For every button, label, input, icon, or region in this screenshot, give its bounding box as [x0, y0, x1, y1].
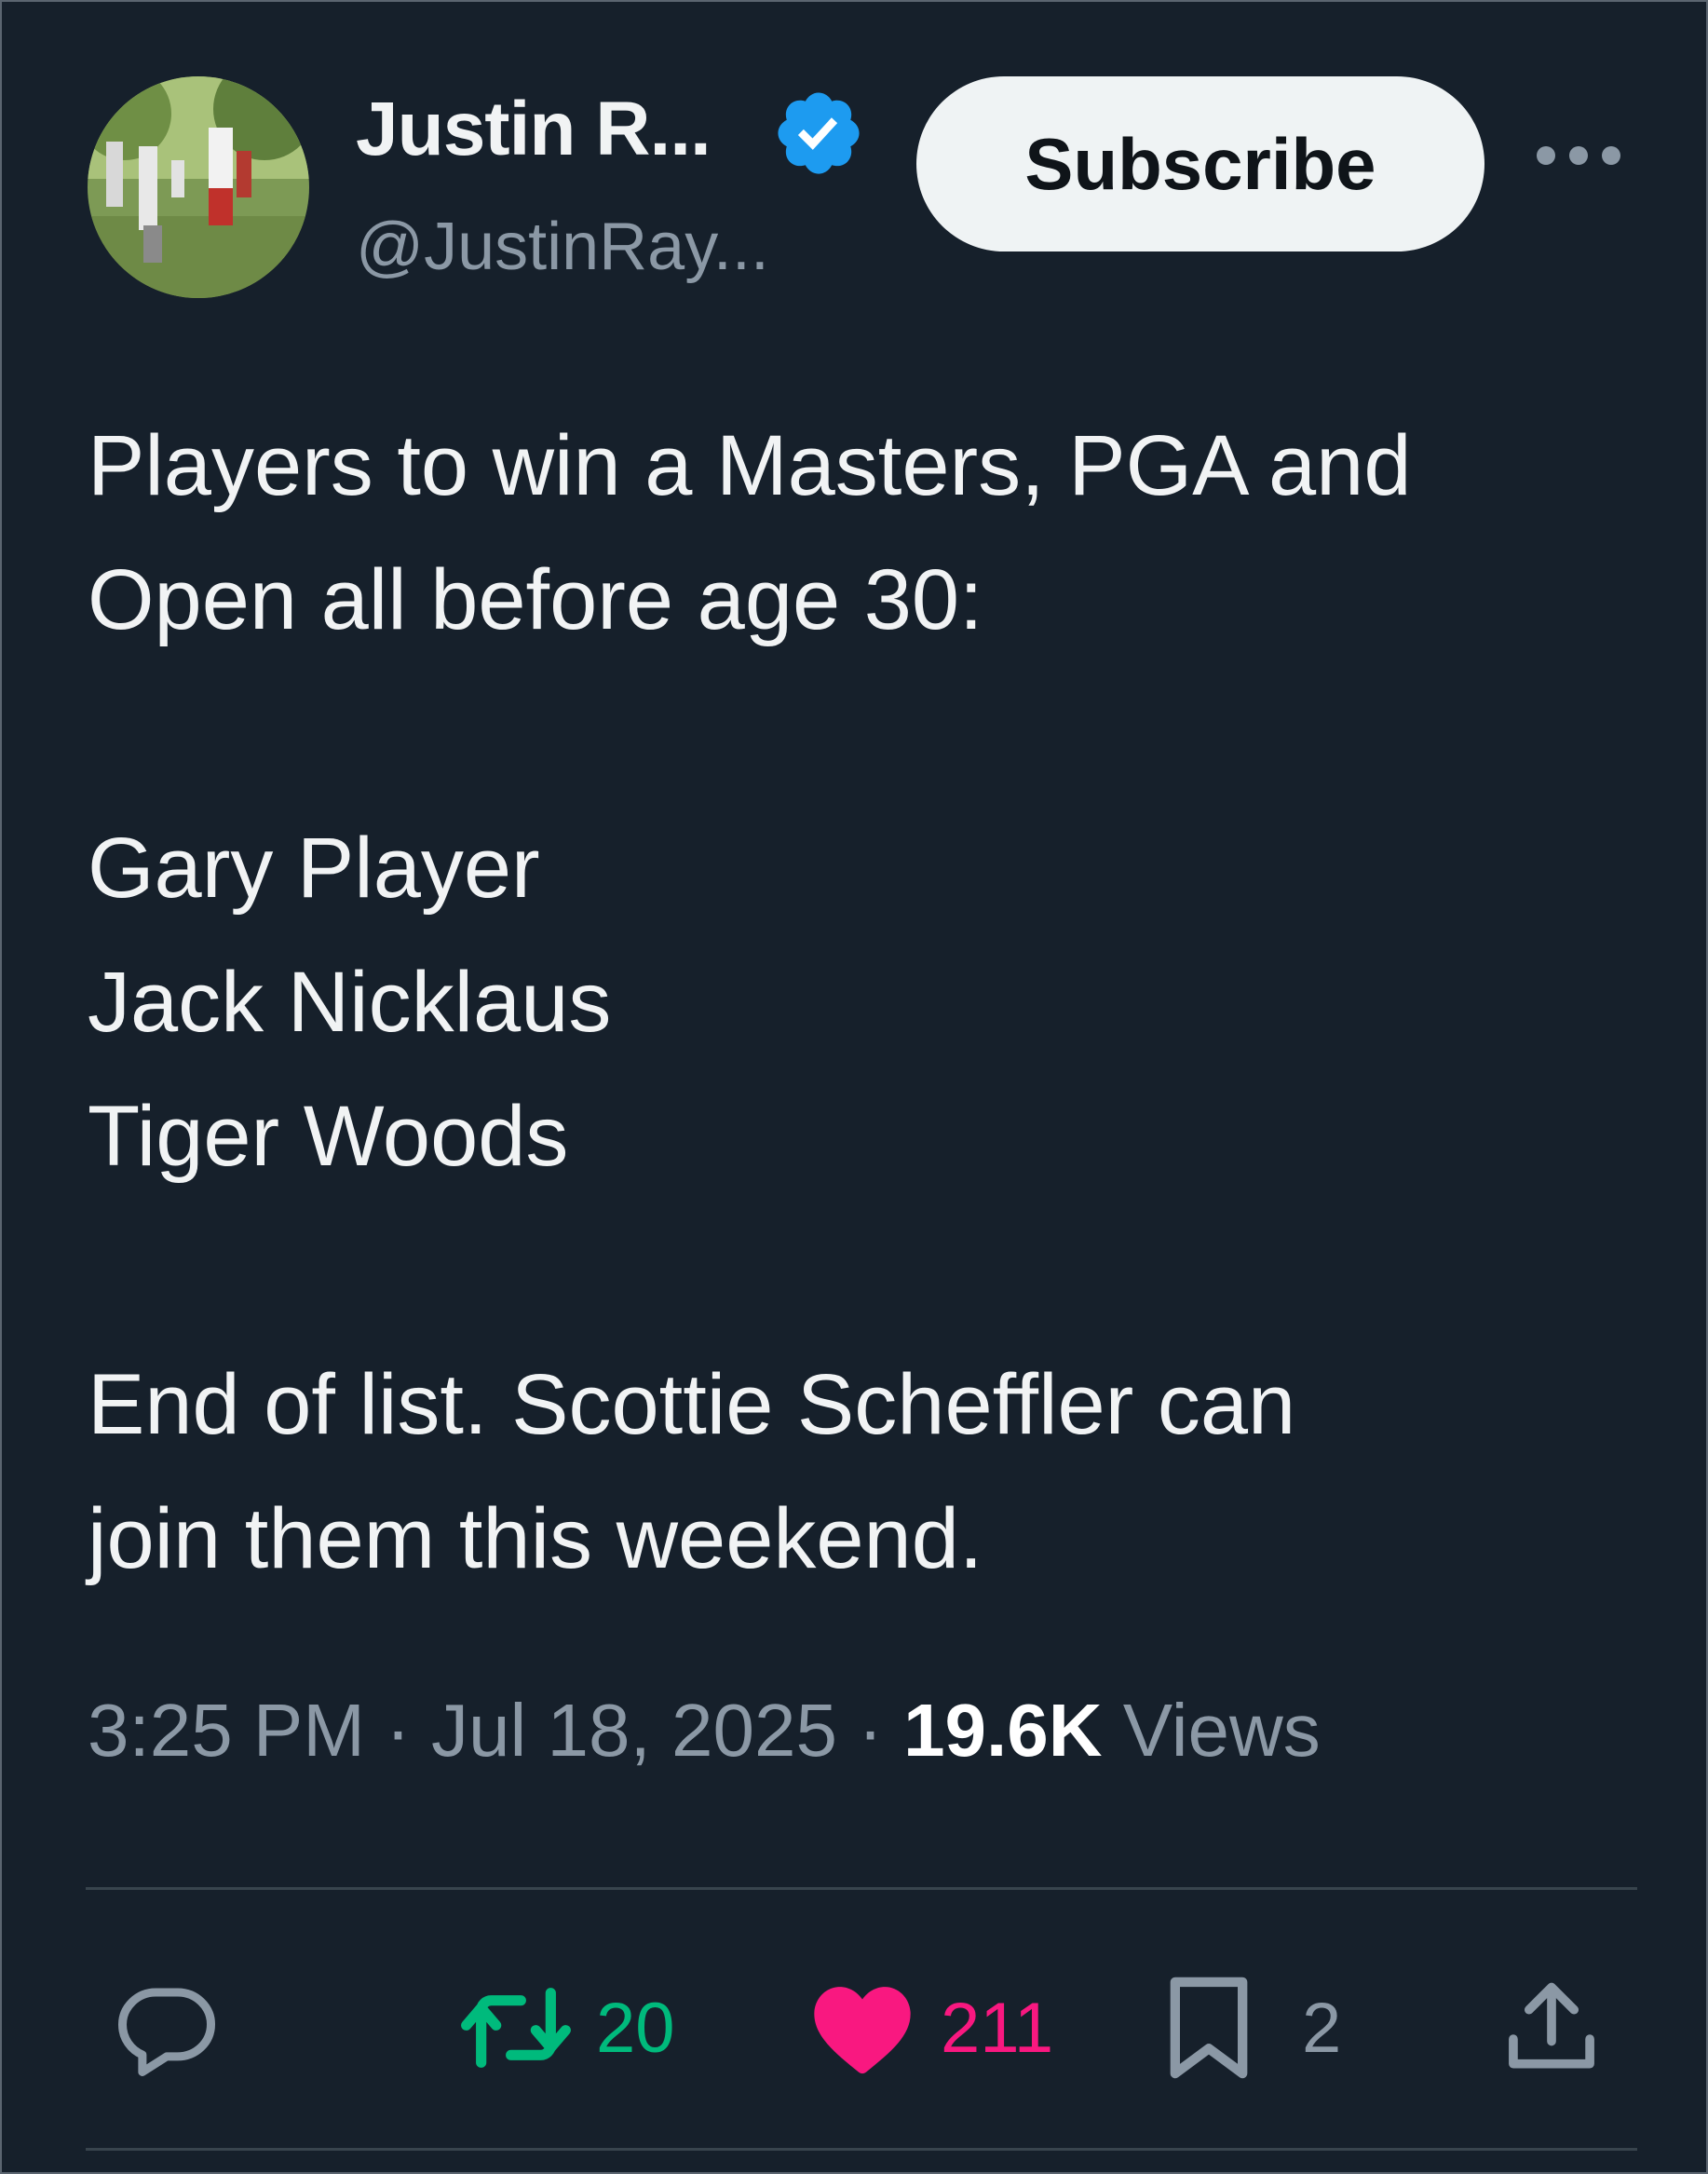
separator: ·	[858, 1689, 883, 1772]
display-name[interactable]: Justin R...	[356, 86, 712, 173]
user-handle[interactable]: @JustinRay...	[356, 209, 769, 285]
tweet-date[interactable]: Jul 18, 2025	[431, 1689, 837, 1772]
share-button[interactable]	[1498, 1958, 1606, 2098]
dot	[1569, 146, 1588, 165]
bookmark-count: 2	[1302, 1988, 1342, 2068]
tweet-line: Open all before age 30:	[88, 552, 983, 647]
dot	[1602, 146, 1620, 165]
reply-button[interactable]	[114, 1958, 220, 2098]
tweet-line: join them this weekend.	[88, 1491, 983, 1586]
retweet-count: 20	[596, 1988, 675, 2068]
tweet-line: Players to win a Masters, PGA and	[88, 418, 1412, 513]
divider	[86, 2148, 1637, 2151]
separator: ·	[386, 1689, 411, 1772]
tweet-line: Tiger Woods	[88, 1089, 569, 1184]
views-label: Views	[1122, 1689, 1321, 1772]
action-bar: 20 211 2	[2, 1958, 1708, 2098]
tweet-metadata: 3:25 PM · Jul 18, 2025 · 19.6K Views	[88, 1688, 1321, 1773]
tweet-line	[88, 1203, 1652, 1338]
avatar[interactable]	[88, 76, 309, 298]
more-dots-icon[interactable]	[1537, 142, 1620, 170]
tweet-line: End of list. Scottie Scheffler can	[88, 1357, 1296, 1452]
dot	[1537, 146, 1555, 165]
share-icon	[1509, 1982, 1594, 2069]
tweet-line: Gary Player	[88, 821, 540, 916]
verified-badge-icon	[778, 92, 860, 174]
subscribe-button[interactable]: Subscribe	[916, 76, 1484, 251]
tweet-text: Players to win a Masters, PGA and Open a…	[88, 399, 1652, 1606]
retweet-icon	[461, 1988, 571, 2068]
like-count: 211	[941, 1988, 1054, 2068]
bookmark-icon	[1170, 1977, 1248, 2079]
tweet-line	[88, 667, 1652, 801]
retweet-button[interactable]: 20	[456, 1958, 675, 2098]
reply-icon	[117, 1988, 216, 2077]
divider	[86, 1887, 1637, 1890]
like-button[interactable]: 211	[805, 1958, 1053, 2098]
views-count: 19.6K	[903, 1689, 1103, 1772]
tweet-card: Justin R... @JustinRay... Subscribe Play…	[0, 0, 1708, 2174]
tweet-time[interactable]: 3:25 PM	[88, 1689, 365, 1772]
bookmark-button[interactable]: 2	[1160, 1958, 1341, 2098]
tweet-line: Jack Nicklaus	[88, 955, 612, 1050]
heart-icon	[814, 1987, 911, 2074]
